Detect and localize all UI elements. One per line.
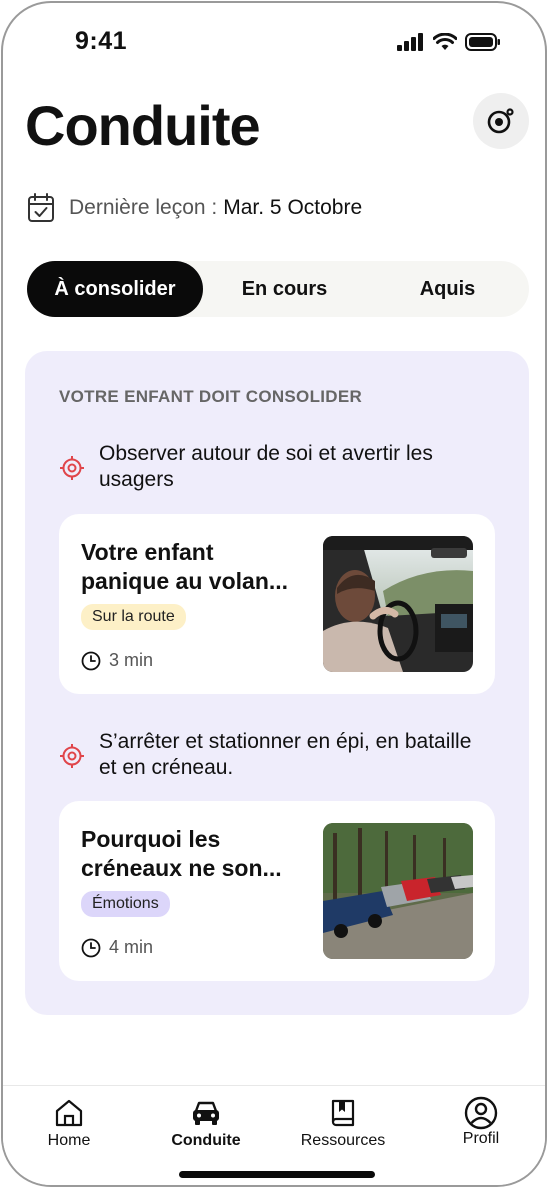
status-icons — [397, 33, 501, 51]
clock-icon — [81, 938, 101, 957]
clock-icon — [81, 651, 101, 670]
last-lesson-row: Dernière leçon : Mar. 5 Octobre — [27, 193, 362, 223]
lesson-card[interactable]: Pourquoi les créneaux ne son... Émotions… — [59, 801, 495, 981]
last-lesson-date: Mar. 5 Octobre — [223, 196, 363, 219]
category-badge: Sur la route — [81, 604, 186, 630]
settings-button[interactable] — [473, 93, 529, 149]
duration-text: 4 min — [109, 937, 154, 957]
consolidate-panel: VOTRE ENFANT DOIT CONSOLIDER Observer au… — [25, 351, 529, 1015]
calendar-icon — [28, 193, 54, 222]
nav-home-label: Home — [47, 1132, 91, 1149]
duration: 4 min — [81, 937, 153, 958]
tab-bar: À consolider En cours Aquis — [27, 261, 529, 317]
nav-ressources-label: Ressources — [300, 1132, 386, 1149]
lesson-card[interactable]: Votre enfant panique au volan... Sur la … — [59, 514, 495, 694]
home-indicator — [179, 1171, 375, 1178]
tab-a-consolider[interactable]: À consolider — [27, 261, 203, 317]
target-icon — [60, 744, 84, 768]
skill-text: S’arrêter et stationner en épi, en batai… — [99, 730, 472, 779]
category-badge: Émotions — [81, 891, 170, 917]
phone-frame: 9:41 Conduite Dernière leçon: Mar. 5 Oc… — [1, 1, 547, 1187]
driver-photo — [323, 536, 473, 672]
duration: 3 min — [81, 650, 153, 671]
panel-heading: VOTRE ENFANT DOIT CONSOLIDER — [59, 387, 363, 406]
skill-item: Observer autour de soi et avertir les us… — [59, 441, 489, 493]
home-icon — [55, 1099, 83, 1127]
parking-photo — [323, 823, 473, 959]
wifi-icon — [433, 33, 457, 50]
card-title: Votre enfant panique au volan... — [81, 539, 289, 594]
skill-item: S’arrêter et stationner en épi, en batai… — [59, 729, 489, 781]
nav-ressources[interactable]: Ressources — [283, 1098, 403, 1150]
profile-icon — [464, 1096, 498, 1130]
nav-profil-label: Profil — [462, 1130, 500, 1147]
last-lesson-label: Dernière leçon : — [69, 196, 218, 219]
page-title: Conduite — [25, 94, 261, 157]
signal-icon — [397, 33, 423, 51]
nav-profil[interactable]: Profil — [421, 1096, 541, 1148]
card-title: Pourquoi les créneaux ne son... — [81, 826, 282, 881]
book-icon — [331, 1099, 355, 1127]
tab-en-cours[interactable]: En cours — [203, 261, 366, 317]
status-time: 9:41 — [75, 27, 128, 55]
tab-aquis[interactable]: Aquis — [366, 261, 529, 317]
nav-conduite[interactable]: Conduite — [146, 1098, 266, 1150]
nav-conduite-label: Conduite — [171, 1132, 241, 1149]
skill-text: Observer autour de soi et avertir les us… — [99, 442, 433, 491]
battery-icon — [465, 33, 500, 51]
car-icon — [193, 1101, 219, 1125]
nav-home[interactable]: Home — [9, 1098, 129, 1150]
duration-text: 3 min — [109, 650, 154, 670]
settings-user-icon — [487, 108, 514, 134]
target-icon — [60, 456, 84, 480]
